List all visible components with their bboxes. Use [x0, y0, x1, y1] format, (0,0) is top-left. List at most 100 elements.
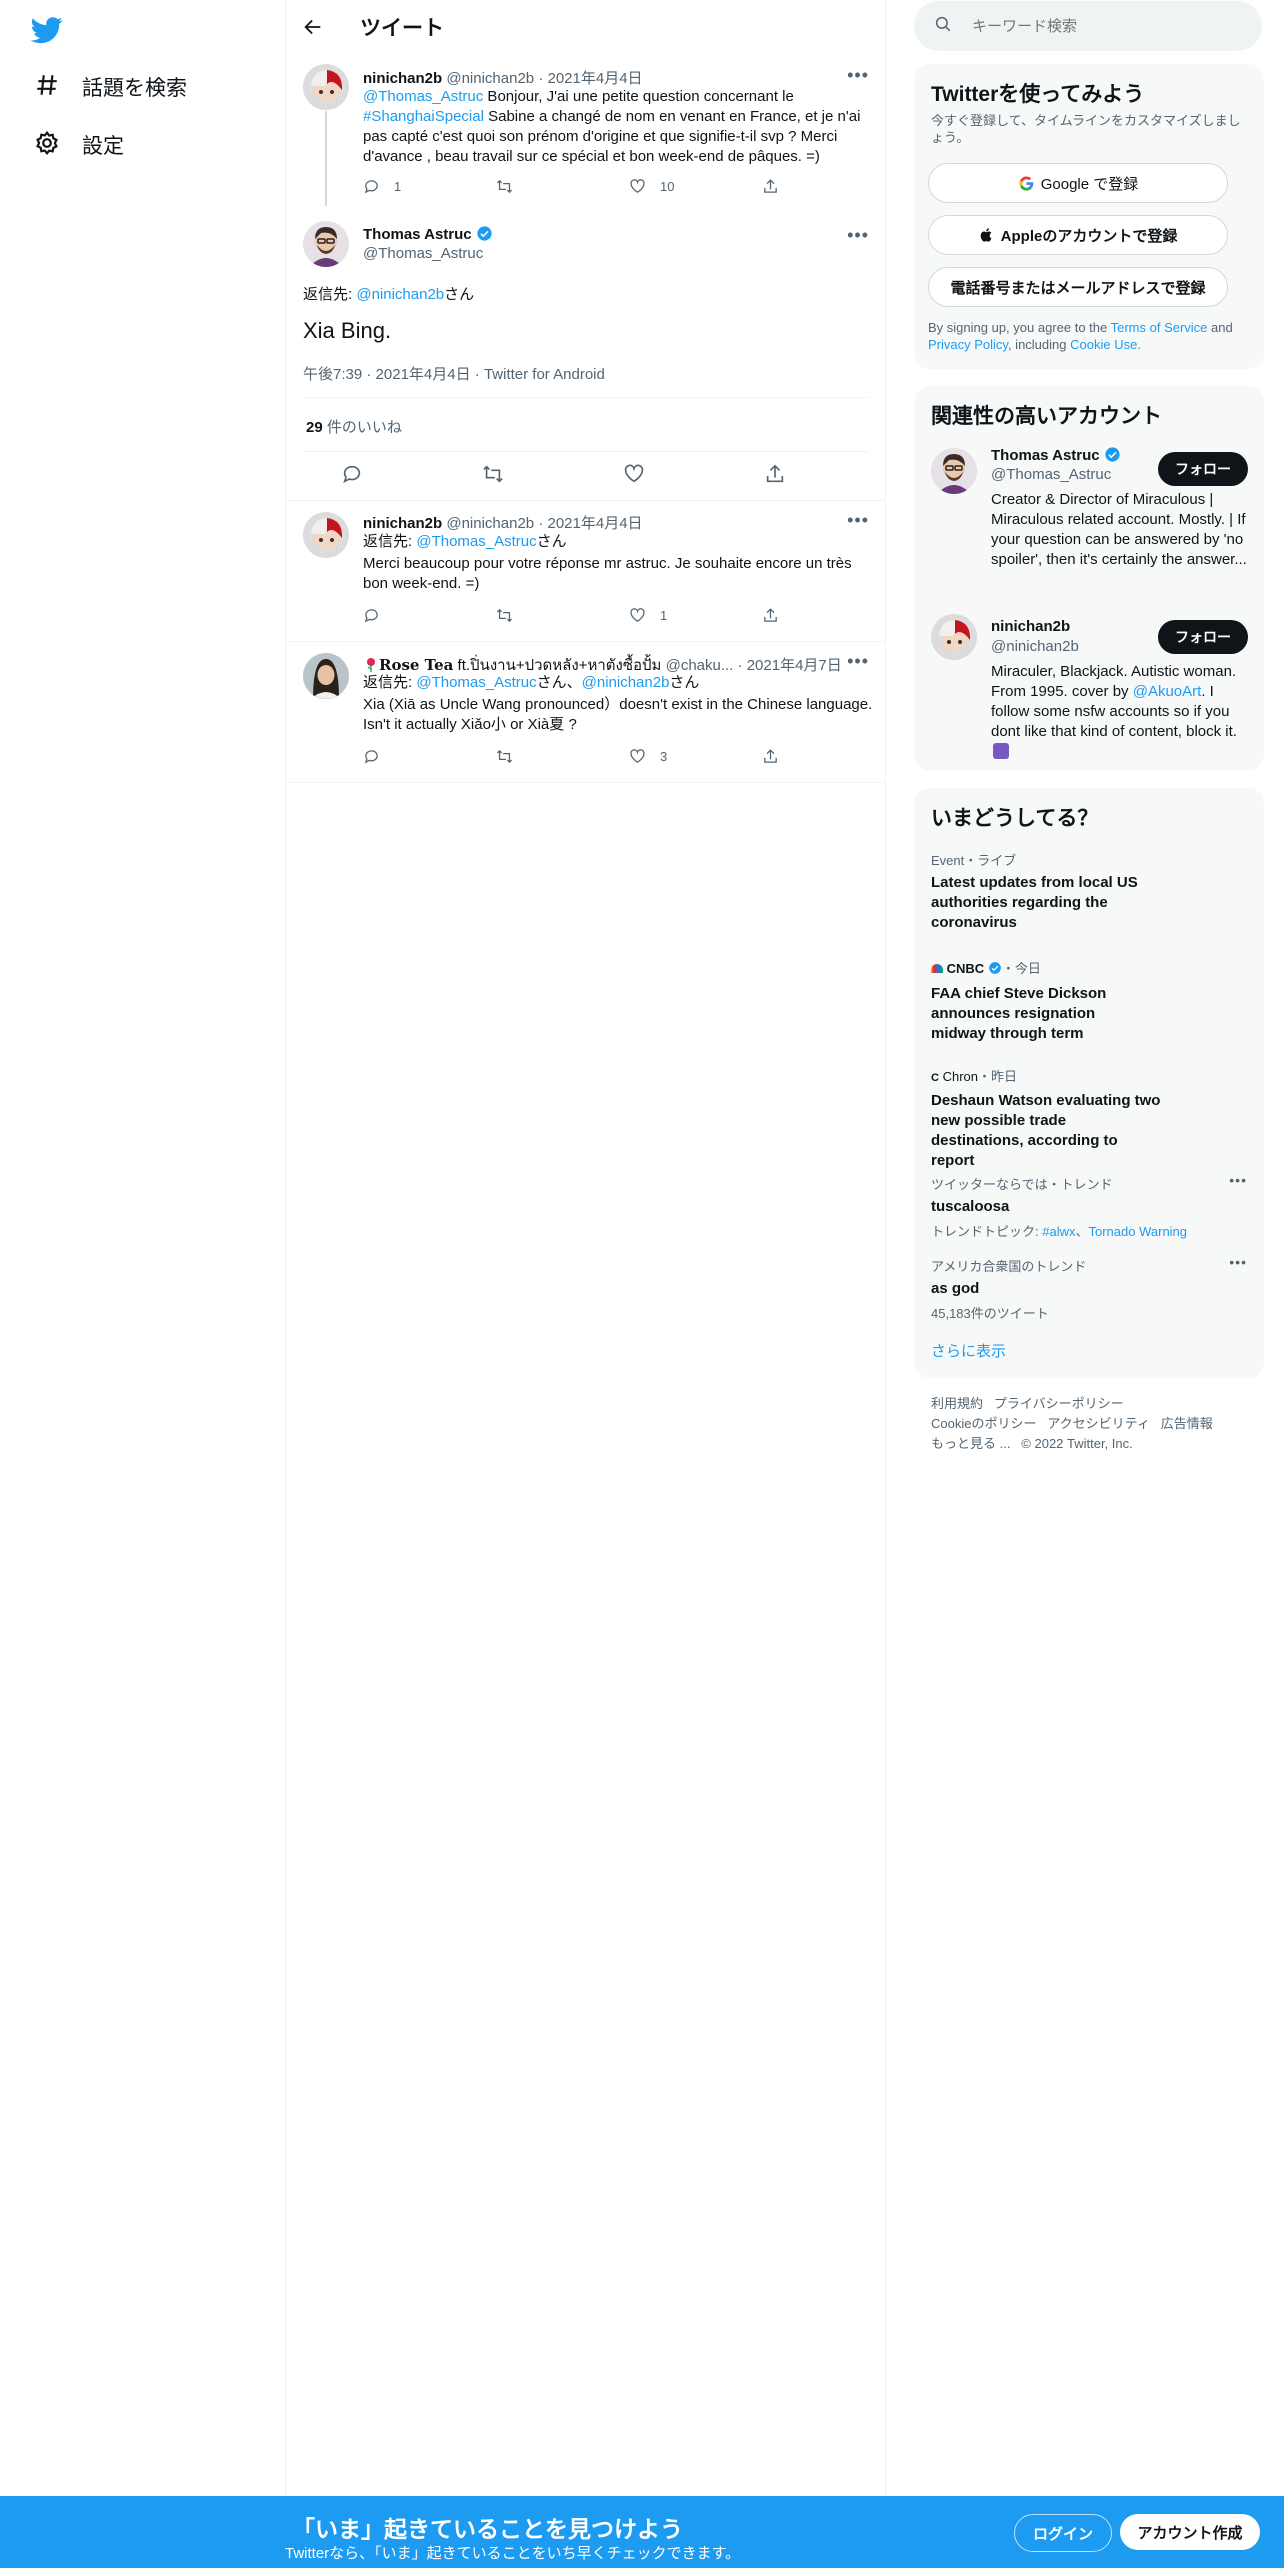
- avatar[interactable]: [303, 653, 349, 699]
- trend-item[interactable]: ツイッターならでは・トレンド ••• tuscaloosa トレンドトピック: …: [931, 1172, 1247, 1240]
- tweet-header: Thomas Astruc: [363, 225, 493, 246]
- user-name[interactable]: ninichan2b: [363, 70, 442, 87]
- mention-link[interactable]: @Thomas_Astruc: [363, 88, 483, 105]
- avatar[interactable]: [303, 512, 349, 558]
- account-name[interactable]: ninichan2b: [991, 618, 1070, 635]
- tweet-date[interactable]: 2021年4月4日: [548, 70, 643, 87]
- show-more-link[interactable]: さらに表示: [931, 1340, 1006, 1361]
- user-name[interactable]: ninichan2b: [363, 515, 442, 532]
- reply-button[interactable]: 1: [363, 178, 496, 195]
- terms-link[interactable]: Terms of Service: [1111, 320, 1208, 335]
- reply-tweet[interactable]: Rose Tea ft.ปิ่นงาน+ปวดหลัง+หาตังซื้อปั้…: [286, 641, 885, 782]
- footer-link[interactable]: プライバシーポリシー: [994, 1396, 1124, 1411]
- trend-item[interactable]: CNBC ・今日 FAA chief Steve Dickson announc…: [931, 958, 1231, 1044]
- more-options-icon[interactable]: •••: [847, 65, 869, 86]
- avatar[interactable]: [931, 448, 977, 494]
- footer-more-link[interactable]: もっと見る ...: [931, 1436, 1010, 1451]
- user-handle[interactable]: @ninichan2b: [446, 70, 534, 87]
- reply-suffix: さん: [536, 533, 567, 550]
- trend-source: CNBC: [946, 961, 985, 976]
- parent-tweet[interactable]: ninichan2b @ninichan2b · 2021年4月4日 ••• @…: [286, 53, 885, 206]
- apple-signup-button[interactable]: Appleのアカウントで登録: [928, 215, 1228, 255]
- reply-button[interactable]: [363, 607, 496, 624]
- trends-title: いまどうしてる？: [931, 807, 1099, 830]
- tweet-meta: 午後7:39 · 2021年4月4日 · Twitter for Android: [303, 366, 605, 383]
- mention-link[interactable]: @ninichan2b: [582, 674, 670, 691]
- mention-link[interactable]: @Thomas_Astruc: [416, 674, 536, 691]
- mention-link[interactable]: @Thomas_Astruc: [416, 533, 536, 550]
- avatar[interactable]: [303, 64, 349, 110]
- trends-card: いまどうしてる？ Event・ライブ Latest updates from l…: [914, 788, 1264, 1378]
- phone-email-signup-button[interactable]: 電話番号またはメールアドレスで登録: [928, 267, 1228, 307]
- phone-email-signup-label: 電話番号またはメールアドレスで登録: [950, 279, 1206, 297]
- tweet-source[interactable]: Twitter for Android: [484, 366, 605, 383]
- cookie-link[interactable]: Cookie Use: [1070, 337, 1137, 352]
- account-name[interactable]: Thomas Astruc: [991, 447, 1100, 464]
- more-options-icon[interactable]: •••: [847, 651, 869, 672]
- retweet-button[interactable]: [482, 463, 623, 485]
- topic-link[interactable]: #alwx: [1042, 1224, 1075, 1239]
- follow-button[interactable]: フォロー: [1158, 452, 1248, 486]
- trend-item[interactable]: アメリカ合衆国のトレンド ••• as god 45,183件のツイート: [931, 1254, 1247, 1322]
- nav-explore[interactable]: 話題を検索: [34, 62, 187, 112]
- avatar[interactable]: [303, 221, 349, 267]
- user-name[interactable]: Thomas Astruc: [363, 226, 472, 243]
- reply-prefix: 返信先:: [363, 533, 417, 550]
- tweet-date[interactable]: 2021年4月4日: [548, 515, 643, 532]
- twitter-logo-icon[interactable]: [30, 14, 63, 46]
- share-button[interactable]: [762, 607, 895, 624]
- reply-button[interactable]: [363, 748, 496, 765]
- mention-link[interactable]: @ninichan2b: [356, 286, 444, 303]
- search-box[interactable]: [914, 1, 1262, 51]
- follow-button[interactable]: フォロー: [1158, 620, 1248, 654]
- user-name[interactable]: Rose Tea: [379, 656, 453, 674]
- retweet-button[interactable]: [496, 178, 629, 195]
- user-handle[interactable]: @Thomas_Astruc: [363, 245, 483, 262]
- retweet-button[interactable]: [496, 607, 629, 624]
- chron-logo-icon: C: [931, 1072, 939, 1084]
- reply-tweet[interactable]: ninichan2b @ninichan2b · 2021年4月4日 ••• 返…: [286, 500, 885, 641]
- trend-item[interactable]: C Chron・昨日 Deshaun Watson evaluating two…: [931, 1066, 1231, 1171]
- likes-summary[interactable]: 29 件のいいね: [306, 416, 402, 437]
- create-account-button[interactable]: アカウント作成: [1120, 2514, 1260, 2550]
- topic-prefix: トレンドトピック:: [931, 1224, 1043, 1239]
- share-button[interactable]: [762, 748, 895, 765]
- footer-link[interactable]: 広告情報: [1161, 1416, 1213, 1431]
- back-arrow-icon[interactable]: [302, 16, 324, 38]
- user-handle[interactable]: @ninichan2b: [446, 515, 534, 532]
- tweet-date[interactable]: 2021年4月4日: [376, 366, 471, 383]
- retweet-button[interactable]: [496, 748, 629, 765]
- tweet-time[interactable]: 午後7:39: [303, 366, 362, 383]
- search-input[interactable]: [970, 16, 1234, 36]
- tweet-date[interactable]: 2021年4月7日: [747, 657, 842, 674]
- more-options-icon[interactable]: •••: [1229, 1172, 1247, 1188]
- trend-topics: トレンドトピック: #alwx、Tornado Warning: [931, 1221, 1247, 1240]
- privacy-link[interactable]: Privacy Policy: [928, 337, 1008, 352]
- more-options-icon[interactable]: •••: [847, 225, 869, 246]
- user-handle[interactable]: @chaku...: [666, 657, 734, 674]
- share-button[interactable]: [764, 463, 905, 485]
- footer-link[interactable]: アクセシビリティ: [1047, 1416, 1150, 1431]
- google-signup-button[interactable]: Google で登録: [928, 163, 1228, 203]
- share-button[interactable]: [762, 178, 895, 195]
- like-button[interactable]: 1: [629, 607, 762, 624]
- thread-line: [325, 111, 327, 206]
- footer-link[interactable]: 利用規約: [931, 1396, 983, 1411]
- like-button[interactable]: [623, 463, 764, 485]
- reply-button[interactable]: [341, 463, 482, 485]
- reply-context: 返信先: @Thomas_Astrucさん、@ninichan2bさん: [363, 673, 699, 693]
- footer-link[interactable]: Cookieのポリシー: [931, 1416, 1036, 1431]
- avatar[interactable]: [931, 614, 977, 660]
- account-handle[interactable]: @Thomas_Astruc: [991, 466, 1111, 483]
- more-options-icon[interactable]: •••: [1229, 1254, 1247, 1270]
- topic-link[interactable]: Tornado Warning: [1089, 1224, 1188, 1239]
- login-button[interactable]: ログイン: [1014, 2514, 1112, 2552]
- nav-settings[interactable]: 設定: [34, 120, 124, 170]
- hashtag-link[interactable]: #ShanghaiSpecial: [363, 108, 484, 125]
- trend-item[interactable]: Event・ライブ Latest updates from local US a…: [931, 850, 1231, 933]
- account-handle[interactable]: @ninichan2b: [991, 638, 1079, 655]
- more-options-icon[interactable]: •••: [847, 510, 869, 531]
- like-button[interactable]: 3: [629, 748, 762, 765]
- like-button[interactable]: 10: [629, 178, 762, 195]
- mention-link[interactable]: @AkuoArt: [1133, 683, 1202, 700]
